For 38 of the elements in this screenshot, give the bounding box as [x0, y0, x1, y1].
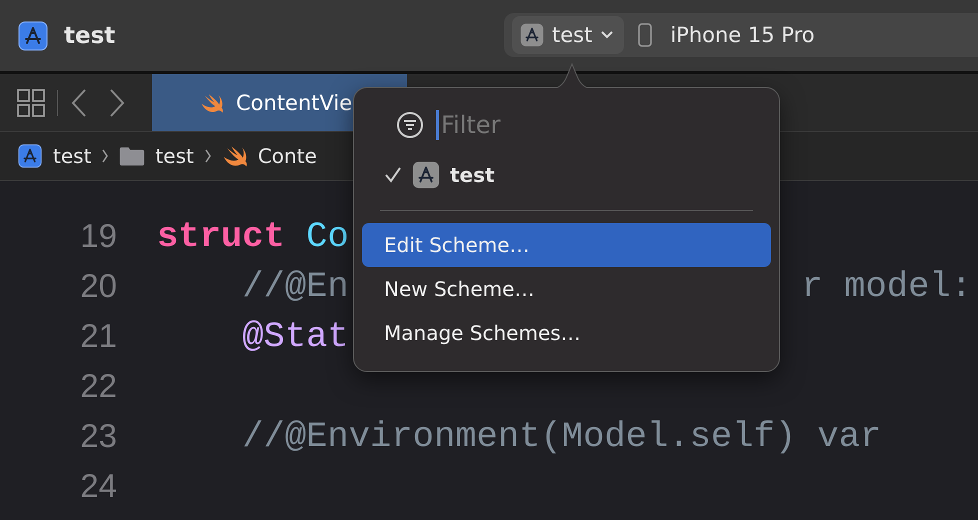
code-token: Co [306, 216, 349, 256]
chevron-right-icon [101, 148, 110, 164]
code-token: @Stat [242, 316, 349, 356]
scheme-item[interactable]: test [362, 152, 771, 198]
swift-icon [222, 144, 248, 168]
phone-icon [638, 22, 652, 46]
swift-icon [200, 92, 224, 114]
forward-icon[interactable] [108, 88, 126, 118]
menu-item[interactable]: Edit Scheme… [362, 223, 771, 267]
breadcrumb-item[interactable]: test [155, 144, 194, 168]
scheme-button[interactable]: test [512, 16, 624, 54]
filter-field[interactable]: Filter [436, 110, 743, 140]
line-number: 20 [79, 267, 117, 305]
menu-item[interactable]: New Scheme… [362, 267, 771, 311]
line-number: 21 [79, 317, 117, 355]
app-icon [18, 20, 48, 50]
line-number: 24 [79, 467, 117, 505]
breadcrumb-item[interactable]: test [53, 144, 92, 168]
line-number: 22 [79, 367, 117, 405]
code-token: //@En [242, 266, 349, 306]
chevron-down-icon [600, 30, 614, 40]
back-icon[interactable] [70, 88, 88, 118]
destination-label[interactable]: iPhone 15 Pro [670, 22, 815, 46]
code-token: //@Environment(Model.self) var [242, 416, 882, 456]
code-token: struct [157, 216, 285, 256]
breadcrumb-item[interactable]: Conte [258, 144, 317, 168]
chevron-right-icon [204, 148, 212, 164]
app-icon [17, 144, 43, 168]
line-number: 23 [79, 417, 117, 455]
filter-icon [396, 111, 424, 139]
app-icon [520, 22, 544, 46]
grid-icon[interactable] [17, 88, 45, 116]
code-token: r model: [802, 266, 972, 306]
window-title: test [64, 22, 116, 48]
menu-item[interactable]: Manage Schemes… [362, 311, 771, 355]
app-icon [412, 161, 440, 189]
scheme-selector[interactable]: test iPhone 15 Pro [504, 12, 978, 56]
line-number: 19 [79, 217, 117, 255]
